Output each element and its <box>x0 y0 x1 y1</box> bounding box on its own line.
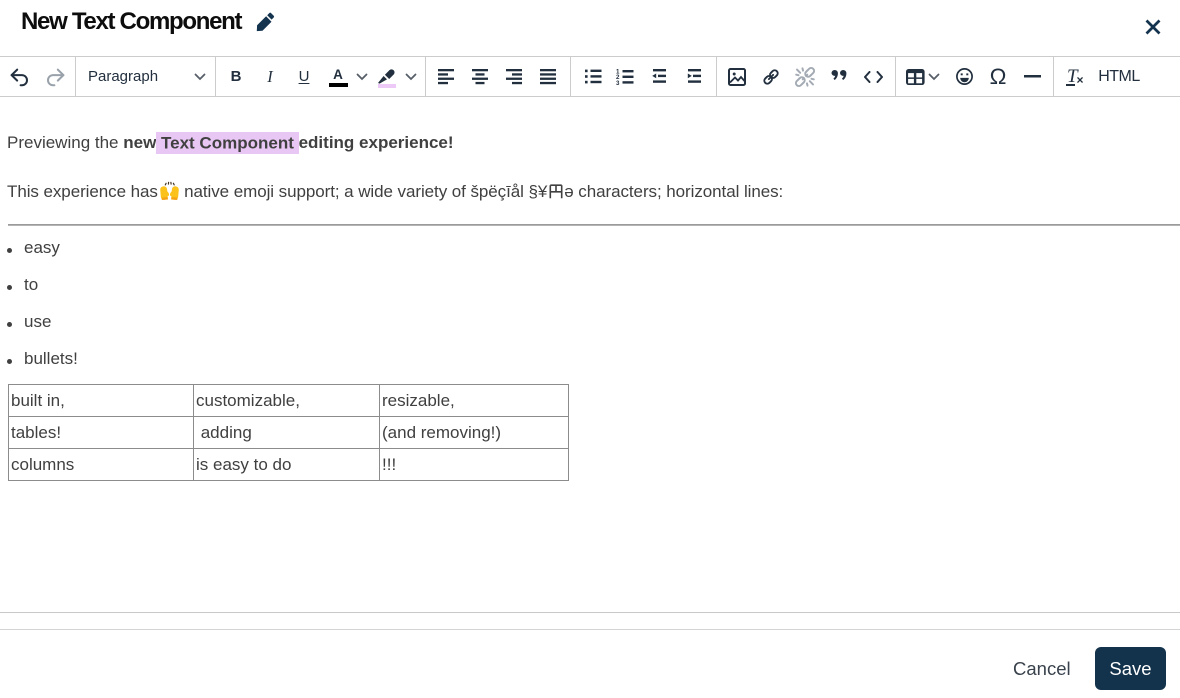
svg-text:3: 3 <box>616 79 620 84</box>
